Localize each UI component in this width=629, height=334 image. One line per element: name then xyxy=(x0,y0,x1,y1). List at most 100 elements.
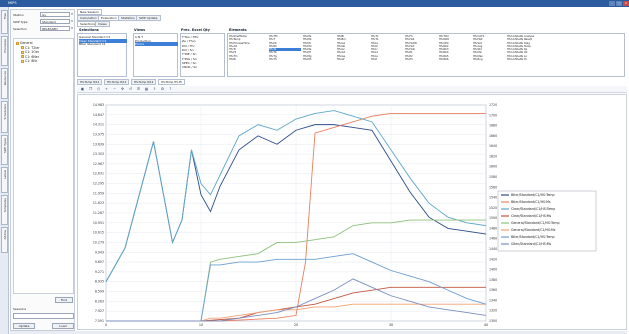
tree-node[interactable]: C1: 2Oer xyxy=(21,50,39,54)
vertical-tab-files[interactable]: Files xyxy=(1,10,8,34)
y-tick-label: 11.623 xyxy=(93,201,104,205)
swp-type-select[interactable]: Standard xyxy=(40,19,70,24)
chart-tab[interactable]: HS:Temp 8/12 xyxy=(104,79,130,85)
elements-column: HS:ShelfTemp HS:Temp HS:ProcessTime HS:Alt H… xyxy=(229,35,267,61)
y2-tick-label: 1560 xyxy=(489,185,497,189)
chart-tab[interactable]: HS:Temp 8/12 xyxy=(77,79,103,85)
y-tick-label: 13.975 xyxy=(93,132,104,136)
prec-list[interactable]: T'Tan / Tfhr Ze / Tfun Dill / Thr Dill / Sn… xyxy=(180,33,225,77)
vertical-tab-schedulers[interactable]: Schedulers xyxy=(1,100,8,133)
selection-select[interactable]: RELEASED xyxy=(40,26,70,31)
chart-area: 7.591 7.927 8.263 8.599 8.935 9.271 9.607 9.943… xyxy=(77,94,627,330)
vertical-tab-labels[interactable]: Labels xyxy=(1,167,8,193)
y2-tick-label: 1460 xyxy=(489,237,497,241)
chevron-down-icon[interactable]: ▾ xyxy=(70,12,74,17)
x-tick-label: 40 xyxy=(484,323,488,327)
vertical-tab-processes[interactable]: Processes xyxy=(1,36,8,67)
pan-icon[interactable]: ✥ xyxy=(120,87,125,92)
export-icon[interactable]: ⇪ xyxy=(152,87,157,92)
save-icon[interactable]: ▣ xyxy=(80,87,85,92)
selections-header: Selections xyxy=(79,28,99,32)
update-button[interactable]: Update xyxy=(13,323,35,329)
print-icon[interactable]: ⎙ xyxy=(96,87,101,92)
element-item[interactable]: HS:Th xyxy=(269,58,301,61)
vertical-tab-label: Processes xyxy=(3,39,7,53)
chart-tab[interactable]: HS:Temp 8/12 xyxy=(131,79,157,85)
element-item[interactable]: HS:Rng xyxy=(473,58,505,61)
y2-tick-label: 1600 xyxy=(489,165,497,169)
y2-tick-label: 1360 xyxy=(489,288,497,292)
vertical-tab-swp-types[interactable]: SWP Types xyxy=(1,134,8,166)
y2-tick-label: 1660 xyxy=(489,134,497,138)
y-tick-label: 11.959 xyxy=(93,191,104,195)
vertical-tab-resources[interactable]: Resources xyxy=(1,68,8,99)
element-item[interactable]: HS:Mh xyxy=(303,58,335,61)
reset-icon[interactable]: ↺ xyxy=(128,87,133,92)
element-item[interactable]: HS:Gf xyxy=(337,58,369,61)
zoom-out-icon[interactable]: − xyxy=(112,87,117,92)
tree-node[interactable]: C1: 8Nr xyxy=(21,59,37,63)
minimize-button[interactable]: – xyxy=(609,1,615,6)
y-tick-label: 8.263 xyxy=(95,299,104,303)
y-tick-label: 8.599 xyxy=(95,290,104,294)
tree-view[interactable]: General C1: T2ler C1: 2Oer C1: 6Ner C1: 8Nr xyxy=(13,38,74,294)
y2-tick-label: 1680 xyxy=(489,124,497,128)
chevron-down-icon[interactable]: ▾ xyxy=(70,26,74,31)
y-tick-label: 14.983 xyxy=(93,103,104,107)
vertical-tab-addins[interactable]: Addins xyxy=(1,227,8,253)
zoom-in-icon[interactable]: + xyxy=(104,87,109,92)
y-tick-label: 13.303 xyxy=(93,152,104,156)
load-button[interactable]: Load xyxy=(52,323,74,329)
legend-icon[interactable]: ☰ xyxy=(136,87,141,92)
tab-swp-update[interactable]: SWP Update xyxy=(136,15,161,21)
y2-tick-label: 1500 xyxy=(489,216,497,220)
find-button[interactable]: Find xyxy=(55,297,73,303)
y-tick-label: 7.927 xyxy=(95,309,104,313)
x-tick-label: 30 xyxy=(389,323,393,327)
vertical-tab-label: Files xyxy=(3,13,7,20)
elements-grid[interactable]: HS:ShelfTemp HS:Temp HS:ProcessTime HS:Alt H… xyxy=(227,33,625,77)
elements-column: HS:UnShelfe Analyse HS:UnShelfe Result HS:… xyxy=(507,35,624,61)
legend-label: Clear/Standard/C1/HS:Ms xyxy=(511,214,552,218)
left-panel: Station Gy ▾ SWP Type Standard ▾ Selecti… xyxy=(10,9,75,331)
y-tick-label: 10.951 xyxy=(93,221,104,225)
sessions-select[interactable] xyxy=(13,313,74,319)
settings-icon[interactable]: ⚙ xyxy=(160,87,165,92)
vertical-tab-templates[interactable]: Templates xyxy=(1,194,8,226)
tree-node[interactable]: C1: T2ler xyxy=(21,46,39,50)
legend-label: General/Standard/C1/HS:Ms xyxy=(511,228,556,232)
tree-node-label: C1: 2Oer xyxy=(25,50,40,54)
selection-item[interactable]: Btler Standard C1 xyxy=(79,42,106,46)
copy-icon[interactable]: ❐ xyxy=(88,87,93,92)
views-list[interactable]: C.N.T Production Errors xyxy=(133,33,178,77)
grid-icon[interactable]: ▦ xyxy=(144,87,149,92)
selections-list[interactable]: General Standard C1 Clear Standard C1 Bt… xyxy=(77,33,127,77)
element-item[interactable]: HS:Rl xyxy=(229,58,267,61)
element-item[interactable]: HS:P3 xyxy=(405,58,437,61)
vertical-tab-strip: Files Processes Resources Schedulers SWP Typ… xyxy=(0,7,9,334)
station-select[interactable]: Gy xyxy=(40,12,70,17)
y2-tick-label: 1480 xyxy=(489,226,497,230)
line-chart: 7.591 7.927 8.263 8.599 8.935 9.271 9.607 9.943… xyxy=(93,103,597,327)
chart-tab-active[interactable]: HS:Temp HS:Pt xyxy=(158,79,185,85)
close-button[interactable]: × xyxy=(623,1,629,6)
tree-node[interactable]: General xyxy=(16,41,33,45)
y2-tick-label: 1580 xyxy=(489,175,497,179)
view-item[interactable]: Errors xyxy=(135,42,178,46)
maximize-button[interactable]: □ xyxy=(616,1,622,6)
y2-tick-label: 1340 xyxy=(489,298,497,302)
prec-item[interactable]: CNCR / Sn xyxy=(182,65,197,69)
element-item[interactable]: HS:UnShelfe Hi xyxy=(507,58,624,61)
x-tick-label: 0 xyxy=(105,323,107,327)
element-item[interactable]: HS:If xyxy=(371,58,403,61)
y-tick-label: 12.967 xyxy=(93,162,104,166)
help-icon[interactable]: ? xyxy=(168,87,173,92)
element-item[interactable]: HS:Rb6 xyxy=(439,58,471,61)
tree-node[interactable]: C1: 6Ner xyxy=(21,55,39,59)
y2-tick-label: 1400 xyxy=(489,268,497,272)
tab-statistics[interactable]: Statistics xyxy=(118,15,138,21)
y2-tick-label: 1720 xyxy=(489,103,497,107)
tab-views[interactable]: Views xyxy=(95,21,110,27)
y-tick-label: 8.935 xyxy=(95,280,104,284)
chevron-down-icon[interactable]: ▾ xyxy=(70,19,74,24)
